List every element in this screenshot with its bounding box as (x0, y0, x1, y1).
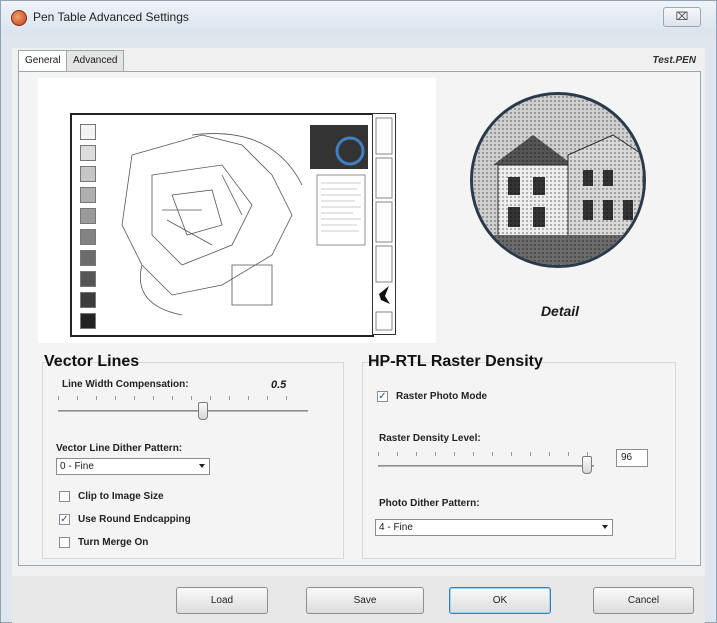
gray-swatch (80, 250, 96, 266)
file-name: Test.PEN (652, 55, 696, 66)
floor-plan-drawing (70, 113, 374, 337)
density-level-label: Raster Density Level: (379, 433, 481, 444)
line-width-ticks (58, 396, 304, 400)
merge-label: Turn Merge On (78, 537, 149, 548)
gray-swatch (80, 166, 96, 182)
line-width-label: Line Width Compensation: (62, 379, 189, 390)
vector-dither-value: 0 - Fine (60, 461, 94, 472)
line-width-value: 0.5 (271, 379, 287, 391)
tab-advanced-settings[interactable]: Advanced Settings (66, 50, 125, 86)
vector-lines-title: Vector Lines (44, 353, 140, 370)
chevron-down-icon (602, 525, 608, 529)
gray-swatch (80, 187, 96, 203)
raster-photo-label: Raster Photo Mode (396, 391, 488, 402)
photo-dither-value: 4 - Fine (379, 522, 413, 533)
round-endcap-checkbox[interactable]: ✓ (59, 514, 70, 525)
line-width-slider[interactable] (58, 410, 308, 412)
close-button[interactable]: ⌧ (663, 7, 701, 27)
line-width-slider-thumb[interactable] (198, 402, 208, 420)
detail-magnifier (470, 92, 646, 268)
gray-swatch (80, 208, 96, 224)
detail-label: Detail (540, 303, 580, 319)
gray-swatch (80, 313, 96, 329)
house-icon (473, 95, 643, 265)
cancel-button[interactable]: Cancel (593, 587, 694, 614)
raster-density-title: HP-RTL Raster Density (368, 353, 543, 370)
gray-swatch (80, 229, 96, 245)
gray-swatch (80, 271, 96, 287)
raster-photo-checkbox[interactable]: ✓ (377, 391, 388, 402)
floor-plan-icon (121, 125, 368, 316)
ok-button[interactable]: OK (449, 587, 551, 614)
title-block (372, 113, 396, 335)
chevron-down-icon (199, 464, 205, 468)
gray-swatch (80, 292, 96, 308)
save-button[interactable]: Save (306, 587, 424, 614)
density-slider[interactable] (378, 465, 594, 467)
clip-label: Clip to Image Size (78, 491, 164, 502)
merge-checkbox[interactable] (59, 537, 70, 548)
clip-checkbox[interactable] (59, 491, 70, 502)
photo-dither-select[interactable]: 4 - Fine (375, 519, 613, 536)
density-ticks (378, 452, 592, 456)
gray-swatch (80, 124, 96, 140)
photo-dither-label: Photo Dither Pattern: (379, 498, 480, 509)
title-block-graphic (375, 117, 393, 331)
gray-swatch (80, 145, 96, 161)
window-title: Pen Table Advanced Settings (33, 10, 189, 24)
vector-dither-select[interactable]: 0 - Fine (56, 458, 210, 475)
title-bar: Pen Table Advanced Settings ⌧ (1, 1, 716, 33)
density-slider-thumb[interactable] (582, 456, 592, 474)
density-value-field[interactable]: 96 (616, 449, 648, 467)
round-endcap-label: Use Round Endcapping (78, 514, 191, 525)
load-button[interactable]: Load (176, 587, 268, 614)
app-icon (11, 10, 27, 26)
tab-general[interactable]: General (18, 50, 68, 72)
vector-dither-label: Vector Line Dither Pattern: (56, 443, 183, 454)
